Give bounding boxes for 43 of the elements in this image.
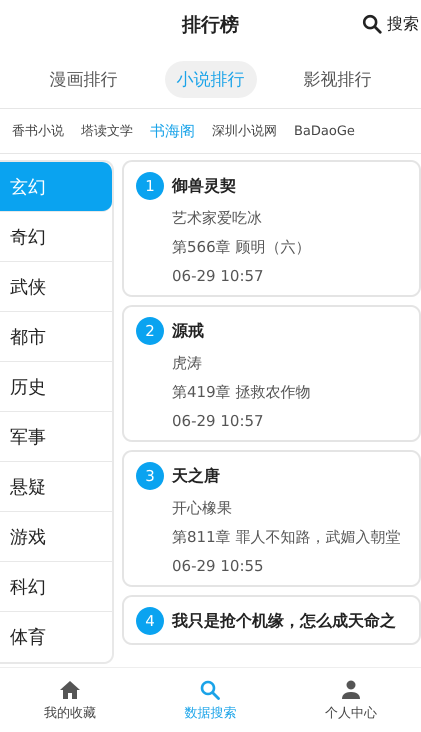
- book-card[interactable]: 1 御兽灵契 艺术家爱吃冰 第566章 顾明（六） 06-29 10:57: [122, 160, 421, 297]
- page-title: 排行榜: [182, 13, 239, 38]
- category-item[interactable]: 科幻: [0, 562, 112, 612]
- tab[interactable]: 漫画排行: [38, 60, 130, 98]
- latest-chapter: 第811章 罪人不知路，武媚入朝堂: [172, 527, 402, 548]
- book-title: 源戒: [172, 320, 204, 342]
- rank-badge: 4: [136, 607, 164, 635]
- source-tab[interactable]: 香书小说: [12, 122, 64, 140]
- search-icon: [198, 678, 222, 702]
- source-tab[interactable]: BaDaoGe: [294, 124, 355, 138]
- rank-badge: 3: [136, 462, 164, 490]
- source-tab[interactable]: 深圳小说网: [212, 122, 277, 140]
- book-title: 我只是抢个机缘，怎么成天命之: [172, 610, 396, 632]
- book-author: 艺术家爱吃冰: [172, 208, 263, 229]
- latest-chapter: 第566章 顾明（六）: [172, 237, 312, 258]
- update-time: 06-29 10:57: [172, 411, 265, 432]
- update-time: 06-29 10:55: [172, 556, 265, 577]
- search-icon: [361, 13, 383, 35]
- category-item[interactable]: 武侠: [0, 262, 112, 312]
- search-button[interactable]: 搜索: [361, 13, 419, 35]
- book-author: 虎涛: [172, 353, 203, 374]
- category-item[interactable]: 悬疑: [0, 462, 112, 512]
- update-time: 06-29 10:57: [172, 266, 265, 287]
- category-item[interactable]: 都市: [0, 312, 112, 362]
- nav-item[interactable]: 我的收藏: [0, 668, 140, 732]
- rank-badge: 1: [136, 172, 164, 200]
- book-author: 开心橡果: [172, 498, 233, 519]
- category-item[interactable]: 历史: [0, 362, 112, 412]
- home-icon: [58, 678, 82, 702]
- tab[interactable]: 影视排行: [292, 60, 384, 98]
- nav-item[interactable]: 个人中心: [280, 668, 421, 732]
- category-item[interactable]: 军事: [0, 412, 112, 462]
- latest-chapter: 第419章 拯救农作物: [172, 382, 312, 403]
- category-item[interactable]: 奇幻: [0, 212, 112, 262]
- category-item[interactable]: 游戏: [0, 512, 112, 562]
- book-card[interactable]: 3 天之唐 开心橡果 第811章 罪人不知路，武媚入朝堂 06-29 10:55: [122, 450, 421, 587]
- book-title: 御兽灵契: [172, 176, 236, 196]
- source-tab[interactable]: 塔读文学: [81, 122, 133, 140]
- book-card[interactable]: 2 源戒 虎涛 第419章 拯救农作物 06-29 10:57: [122, 305, 421, 442]
- book-title: 天之唐: [172, 466, 220, 486]
- category-item[interactable]: 体育: [0, 612, 112, 662]
- book-card[interactable]: 4 我只是抢个机缘，怎么成天命之: [122, 595, 421, 645]
- rank-badge: 2: [136, 317, 164, 345]
